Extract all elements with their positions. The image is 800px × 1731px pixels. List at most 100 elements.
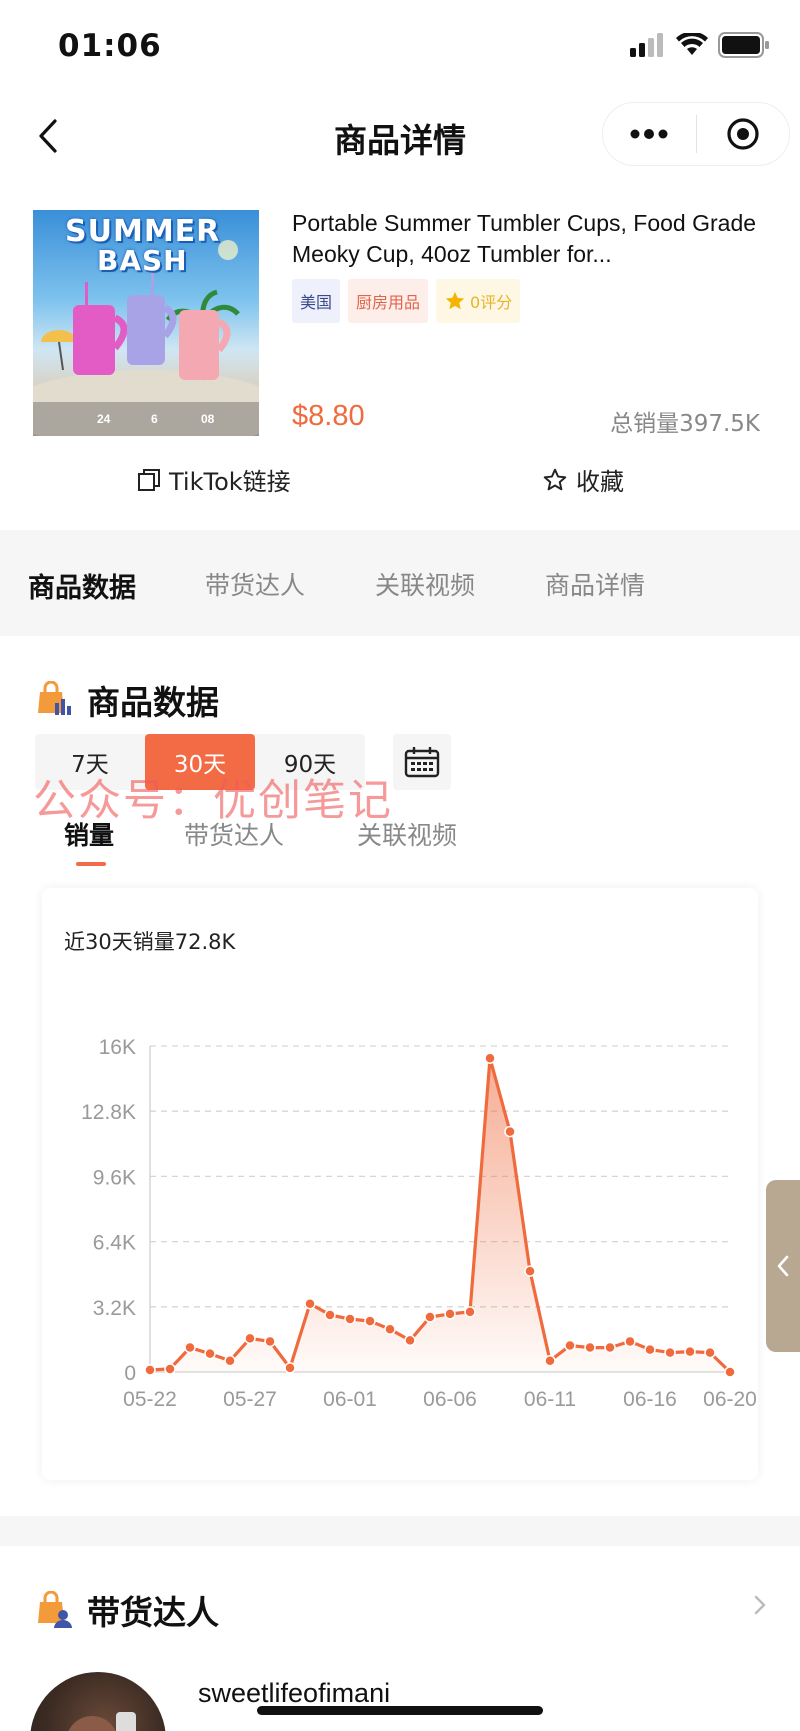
tab-influencers[interactable]: 带货达人: [205, 566, 305, 602]
x-tick-label: 06-16: [623, 1388, 677, 1411]
influencer-header[interactable]: 带货达人: [35, 1586, 219, 1634]
favorite-label: 收藏: [576, 468, 624, 496]
product-card: 24 6 08 SUMMER BASH Portable Summer Tumb…: [0, 200, 800, 520]
x-tick-label: 06-20: [703, 1388, 757, 1411]
range-group: 7天 30天 90天: [35, 734, 365, 790]
data-point: [324, 1309, 336, 1321]
influencer-section: 带货达人 sweetlifeofimani: [0, 1546, 800, 1731]
wifi-icon: [676, 33, 708, 55]
category-tag: 厨房用品: [348, 279, 429, 323]
data-point: [344, 1313, 356, 1325]
influencer-section-title: 带货达人: [87, 1593, 219, 1632]
image-headline-2: BASH: [97, 244, 188, 277]
product-price: $8.80: [292, 400, 365, 432]
calendar-button[interactable]: [393, 734, 451, 790]
data-point: [644, 1343, 656, 1356]
product-title: Portable Summer Tumbler Cups, Food Grade…: [292, 210, 757, 267]
data-point: [184, 1341, 196, 1354]
shopping-bag-person-icon: [38, 1591, 72, 1628]
data-point: [424, 1311, 436, 1323]
more-dots-icon: [630, 129, 668, 139]
tab-related-videos[interactable]: 关联视频: [375, 566, 475, 602]
y-tick-label: 6.4K: [93, 1232, 136, 1255]
sales-chart-card: 近30天销量72.8K 0 3.2K 6.4K 9.6K 12.8K 16K 05-22 05…: [42, 888, 758, 1480]
subtab-indicator: [76, 862, 106, 866]
product-actions: TikTok链接 收藏: [0, 462, 800, 502]
range-30-days[interactable]: 30天: [145, 734, 255, 790]
subtab-influencers[interactable]: 带货达人: [184, 816, 284, 852]
sales-chart: 0 3.2K 6.4K 9.6K 12.8K 16K 05-22 05-27 06-01 06-0…: [81, 1036, 757, 1411]
shopping-bag-chart-icon: [38, 681, 71, 715]
subtab-sales[interactable]: 销量: [64, 816, 114, 852]
data-point: [284, 1362, 296, 1374]
product-image[interactable]: 24 6 08 SUMMER BASH: [33, 210, 259, 436]
avatar[interactable]: [30, 1672, 166, 1731]
tab-product-detail[interactable]: 商品详情: [545, 566, 645, 602]
y-tick-label: 0: [124, 1362, 136, 1385]
nav-bar: 商品详情: [0, 96, 800, 176]
calendar-icon: [404, 747, 440, 778]
favorite-button[interactable]: 收藏: [542, 462, 624, 497]
section-header: 商品数据: [35, 676, 219, 724]
influencer-name[interactable]: sweetlifeofimani: [198, 1678, 390, 1709]
avatar-image: [68, 1712, 136, 1731]
product-data-section: 商品数据 7天 30天 90天 公众号：优创笔记 销量 带货达人 关联视频 近3…: [0, 636, 800, 1516]
data-point: [404, 1334, 416, 1347]
image-hours-3: 08: [201, 412, 215, 426]
data-point: [584, 1341, 596, 1354]
data-point: [624, 1335, 636, 1348]
copy-icon: [138, 468, 160, 491]
subtab-related-videos[interactable]: 关联视频: [357, 816, 457, 852]
rating-text: 0评分: [470, 293, 513, 312]
data-point: [144, 1364, 156, 1376]
country-tag: 美国: [292, 279, 341, 323]
x-tick-label: 06-01: [323, 1388, 377, 1411]
tab-product-data[interactable]: 商品数据: [28, 566, 136, 605]
x-tick-label: 05-22: [123, 1388, 177, 1411]
range-7-days[interactable]: 7天: [35, 734, 145, 790]
chevron-right-icon[interactable]: [753, 1594, 767, 1616]
data-point: [244, 1332, 256, 1345]
data-point: [384, 1323, 396, 1335]
y-tick-label: 3.2K: [93, 1297, 136, 1320]
mini-program-capsule: [602, 102, 790, 166]
more-button[interactable]: [603, 103, 696, 165]
tiktok-link-button[interactable]: TikTok链接: [137, 462, 291, 497]
data-point: [604, 1341, 616, 1354]
target-circle-icon: [727, 118, 759, 150]
image-hours-2: 6: [151, 412, 158, 426]
section-title: 商品数据: [87, 683, 219, 722]
data-point: [364, 1315, 376, 1327]
data-point: [224, 1355, 236, 1367]
status-time: 01:06: [58, 28, 162, 64]
close-mini-program-button[interactable]: [697, 103, 790, 165]
battery-icon: [718, 32, 769, 58]
rating-tag: 0评分: [436, 279, 521, 323]
home-indicator: [257, 1706, 543, 1715]
data-point: [724, 1366, 736, 1378]
data-point: [524, 1265, 536, 1277]
x-tick-label: 06-11: [524, 1388, 576, 1411]
data-point: [204, 1347, 216, 1360]
total-sales: 总销量397.5K: [610, 411, 760, 437]
cellular-signal-icon: [630, 33, 663, 57]
range-selector: 7天 30天 90天: [35, 734, 451, 790]
star-icon: [445, 291, 465, 310]
data-point: [664, 1346, 676, 1359]
chevron-left-icon: [777, 1255, 789, 1277]
y-tick-label: 9.6K: [93, 1166, 136, 1189]
product-tags: 美国 厨房用品 0评分: [292, 279, 521, 323]
data-point: [304, 1297, 316, 1310]
y-tick-label: 16K: [99, 1036, 136, 1059]
tiktok-link-label: TikTok链接: [169, 468, 291, 496]
data-point: [464, 1306, 476, 1318]
data-point: [504, 1125, 516, 1138]
range-90-days[interactable]: 90天: [255, 734, 365, 790]
side-drawer-handle[interactable]: [766, 1180, 800, 1352]
data-point: [564, 1339, 576, 1352]
data-point: [704, 1346, 716, 1359]
data-point: [444, 1308, 456, 1320]
x-tick-label: 06-06: [423, 1388, 477, 1411]
data-point: [264, 1335, 276, 1348]
y-tick-label: 12.8K: [81, 1101, 136, 1124]
